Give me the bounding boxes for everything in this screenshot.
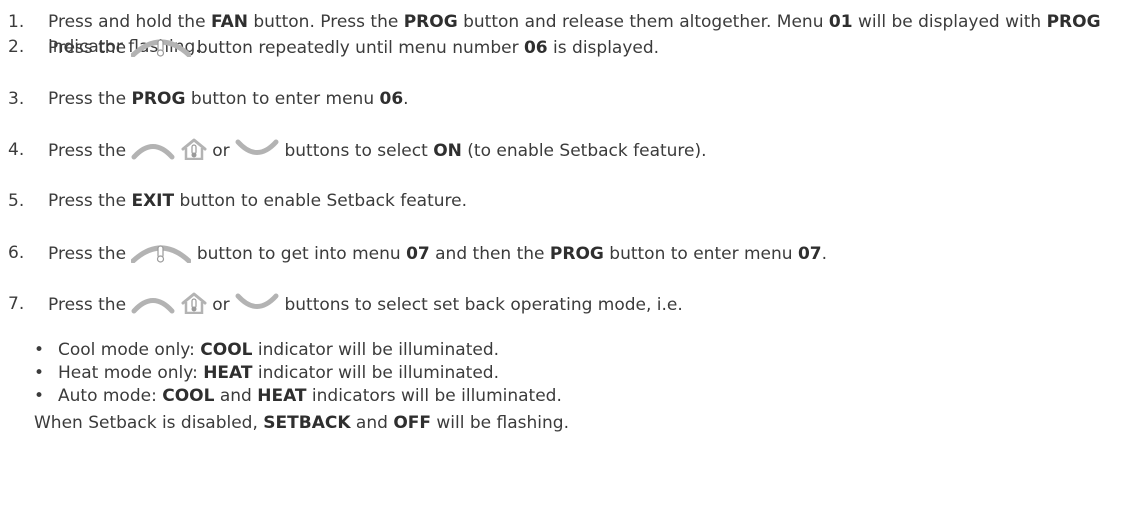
text-run: buttons to select set back operating mod… xyxy=(279,295,683,315)
bold-term: FAN xyxy=(210,12,248,32)
step-text: Press the button repeatedly until menu n… xyxy=(48,35,1128,61)
text-run: or xyxy=(206,141,236,161)
bullet-marker: • xyxy=(34,340,45,360)
text-run: button and release them altogether. Menu xyxy=(457,12,829,32)
text-run: Press the xyxy=(48,191,132,211)
text-run: Press and hold the xyxy=(48,12,211,32)
bold-term: 06 xyxy=(523,38,548,58)
text-run: will be flashing. xyxy=(431,413,569,433)
bold-term: SETBACK xyxy=(263,413,351,433)
bold-term: 06 xyxy=(379,89,404,109)
instruction-document: 1. Press and hold the FAN button. Press t… xyxy=(0,0,1136,506)
text-run: indicators will be illuminated. xyxy=(306,386,562,406)
text-run: Press the xyxy=(48,244,132,264)
text-run: buttons to select xyxy=(279,141,434,161)
step-text: Press the or buttons to select ON (to en… xyxy=(48,138,1128,164)
bold-term: PROG xyxy=(131,89,186,109)
text-run: and xyxy=(350,413,394,433)
text-run: Press the xyxy=(48,38,132,58)
text-run: Cool mode only: xyxy=(58,340,201,360)
arrow-up-icon xyxy=(131,138,175,160)
bold-term: PROG xyxy=(403,12,458,32)
text-run: Press the xyxy=(48,141,132,161)
text-run: button to enter menu xyxy=(185,89,380,109)
text-run: button. Press the xyxy=(247,12,404,32)
text-run: and then the xyxy=(429,244,550,264)
step-number: 1. xyxy=(8,12,25,32)
arrow-up-thermometer-icon xyxy=(131,241,192,263)
bold-term: COOL xyxy=(162,386,215,406)
bold-term: PROG xyxy=(1046,12,1101,32)
step-number: 7. xyxy=(8,294,25,314)
text-run: Auto mode: xyxy=(58,386,163,406)
text-run: indicator will be illuminated. xyxy=(252,363,499,383)
text-run: button repeatedly until menu number xyxy=(191,38,524,58)
text-run: . xyxy=(403,89,409,109)
text-run: button to get into menu xyxy=(191,244,407,264)
bullet-text: Heat mode only: HEAT indicator will be i… xyxy=(58,361,499,385)
text-run: button to enable Setback feature. xyxy=(174,191,468,211)
bold-term: COOL xyxy=(200,340,253,360)
bullet-text: Cool mode only: COOL indicator will be i… xyxy=(58,338,499,362)
step-text: Press the or buttons to select set back … xyxy=(48,292,1128,318)
step-text: Press the EXIT button to enable Setback … xyxy=(48,189,1128,214)
text-run: Press the xyxy=(48,295,132,315)
bullet-marker: • xyxy=(34,386,45,406)
step-number: 6. xyxy=(8,243,25,263)
text-run: . xyxy=(821,244,828,264)
house-thermometer-icon xyxy=(181,292,207,314)
text-run: button to enter menu xyxy=(603,244,798,264)
text-run: and xyxy=(214,386,258,406)
bold-term: ON xyxy=(433,141,462,161)
setback-note: When Setback is disabled, SETBACK and OF… xyxy=(34,411,569,435)
arrow-up-icon xyxy=(131,292,175,314)
step-text: Press the PROG button to enter menu 06. xyxy=(48,87,1128,112)
text-run: Press the xyxy=(48,89,132,109)
text-run: When Setback is disabled, xyxy=(34,413,264,433)
arrow-up-thermometer-icon xyxy=(131,35,192,57)
bold-term: 07 xyxy=(406,244,430,264)
text-run: will be displayed with xyxy=(852,12,1047,32)
text-run: (to enable Setback feature). xyxy=(461,141,707,161)
bold-term: EXIT xyxy=(131,191,175,211)
text-run: is displayed. xyxy=(547,38,660,58)
step-number: 2. xyxy=(8,37,25,57)
text-run: Heat mode only: xyxy=(58,363,204,383)
text-run: indicator will be illuminated. xyxy=(252,340,500,360)
arrow-down-icon xyxy=(235,292,279,314)
text-run: or xyxy=(206,295,236,315)
bold-term: 07 xyxy=(797,244,822,264)
house-thermometer-icon xyxy=(181,138,207,160)
bullet-marker: • xyxy=(34,363,45,383)
bullet-text: Auto mode: COOL and HEAT indicators will… xyxy=(58,384,562,408)
bold-term: HEAT xyxy=(257,386,307,406)
step-number: 4. xyxy=(8,140,25,160)
arrow-down-icon xyxy=(235,138,279,160)
bold-term: HEAT xyxy=(203,363,253,383)
step-number: 5. xyxy=(8,191,25,211)
bold-term: PROG xyxy=(549,244,604,264)
step-number: 3. xyxy=(8,89,25,109)
bold-term: 01 xyxy=(828,12,853,32)
step-text: Press the button to get into menu 07 and… xyxy=(48,241,1128,267)
bold-term: OFF xyxy=(393,413,431,433)
